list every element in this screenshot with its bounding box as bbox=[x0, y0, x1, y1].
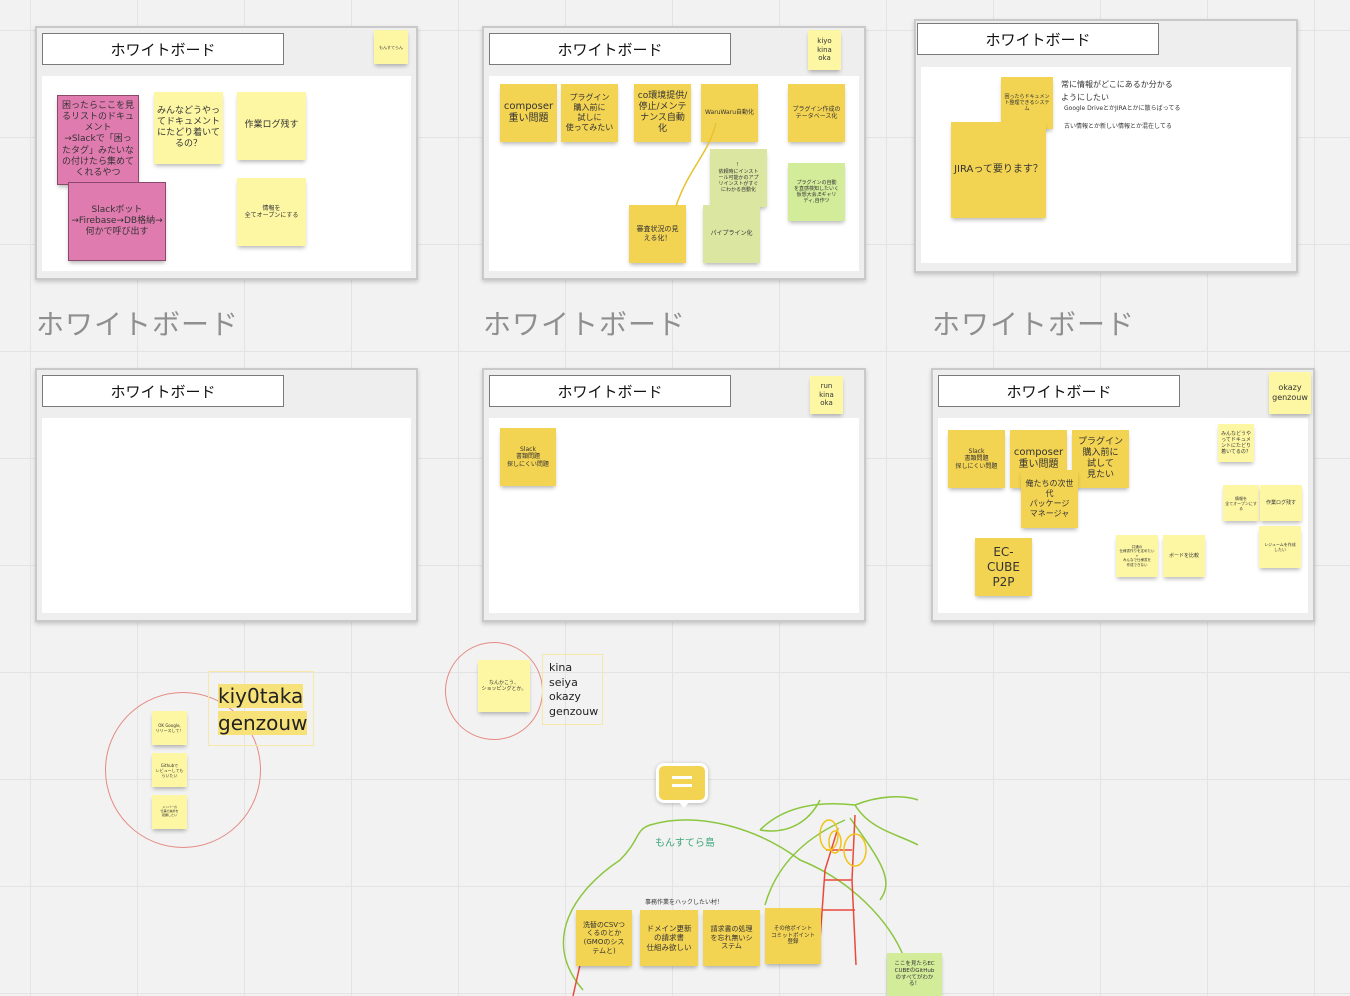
text-line[interactable]: 常に情報がどこにあるか分かる ようにしたい bbox=[1061, 79, 1173, 105]
sticky-note[interactable]: 審査状況の見 える化！ bbox=[629, 205, 686, 263]
sticky-note[interactable]: パイプライン化 bbox=[703, 205, 760, 263]
whiteboard-frame-3[interactable]: ホワイトボード 困ったらドキュメント整理できるシステム JIRAって要ります？ … bbox=[914, 19, 1298, 273]
sticky-note[interactable]: なんかこう、 ショッピングとか。 bbox=[478, 660, 530, 712]
frame-title[interactable]: ホワイトボード bbox=[917, 23, 1159, 55]
sticky-note[interactable]: 共通の 仕様書作りを定めたい + みんなで仕様書を 作成できない bbox=[1116, 535, 1158, 577]
member-name: kiy0taka bbox=[218, 684, 304, 708]
frame-title[interactable]: ホワイトボード bbox=[42, 33, 284, 65]
sticky-note[interactable]: 情報を 全てオープンにする bbox=[1223, 485, 1259, 521]
sticky-note[interactable]: Slack 書類問題 探しにくい問題 bbox=[948, 430, 1005, 488]
frame-title[interactable]: ホワイトボード bbox=[938, 375, 1180, 407]
whiteboard-frame-4[interactable]: ホワイトボード bbox=[35, 368, 418, 622]
sticky-note[interactable]: ！ 依頼時にインスト ール可能かのアプ リインストがすぐ にわかる自動化 bbox=[710, 149, 767, 207]
member-name: genzouw bbox=[218, 711, 308, 735]
sticky-note[interactable]: 請求書の処理 を忘れ無いシ ステム bbox=[703, 910, 760, 966]
member-names[interactable]: kina seiya okazy genzouw bbox=[549, 661, 598, 719]
whiteboard-frame-1[interactable]: ホワイトボード もんすてらん 困ったらここを見るリストのドキュメント →Slac… bbox=[35, 26, 418, 280]
sticky-note[interactable]: みんなどうやってドキュメントにたどり着いてるの？ bbox=[154, 92, 223, 164]
sticky-note[interactable]: みんなどうや ってドキュメ ントにたどり 着いてるの？ bbox=[1218, 424, 1254, 462]
text-line[interactable]: Google DriveとかJIRAとかに散らばってる bbox=[1064, 104, 1180, 114]
sticky-note[interactable]: プラグインの自動 を直感検知したいく 仮想大会,Eギャリ ディ,自作ツ bbox=[788, 163, 845, 221]
frame-title[interactable]: ホワイトボード bbox=[42, 375, 284, 407]
comment-icon[interactable] bbox=[656, 763, 708, 808]
sticky-note[interactable]: 作業ログ残す bbox=[237, 92, 306, 160]
sticky-note[interactable]: kiyo kina oka bbox=[808, 30, 841, 70]
sticky-note[interactable]: JIRAって要ります？ bbox=[951, 122, 1046, 218]
sticky-note[interactable]: 情報を 全てオープンにする bbox=[237, 178, 306, 246]
sticky-note[interactable]: WaruWaru自動化 bbox=[701, 84, 758, 142]
frame-title[interactable]: ホワイトボード bbox=[489, 375, 731, 407]
text-line[interactable]: 古い情報とか新しい情報とか混在してる bbox=[1064, 122, 1172, 132]
sticky-note[interactable]: ここを見たらEC CUBEのGitHub のすべてがわか る！ bbox=[887, 953, 942, 996]
sticky-note[interactable]: co環境提供/ 停止/メンテ ナンス自動 化 bbox=[634, 84, 691, 142]
frame-label: ホワイトボード bbox=[36, 308, 240, 341]
sticky-note[interactable]: Slack 書類問題 探しにくい問題 bbox=[500, 428, 556, 486]
frame-label: ホワイトボード bbox=[932, 308, 1136, 341]
sticky-note[interactable]: ドメイン更新 の請求書 仕組み欲しい bbox=[640, 910, 698, 966]
sticky-note[interactable]: OK Google, リリースして！ bbox=[152, 711, 187, 745]
sticky-note[interactable]: プラグイン 購入前に 試して 見たい bbox=[1072, 430, 1129, 488]
whiteboard-frame-2[interactable]: ホワイトボード kiyo kina oka composer 重い問題 プラグイ… bbox=[482, 26, 866, 280]
frame-title[interactable]: ホワイトボード bbox=[489, 33, 731, 65]
sticky-note[interactable]: もんすてらん bbox=[374, 30, 408, 64]
member-names[interactable]: kiy0taka genzouw bbox=[218, 683, 308, 737]
sticky-note[interactable]: プラグイン作成の テータベース化 bbox=[788, 84, 845, 142]
sticky-note[interactable]: 困ったらここを見るリストのドキュメント →Slackで「困ったタグ」みたいなの付… bbox=[57, 95, 139, 185]
sticky-note[interactable]: EC-CUBE P2P bbox=[975, 538, 1032, 596]
whiteboard-frame-6[interactable]: ホワイトボード okazy genzouw Slack 書類問題 探しにくい問題… bbox=[931, 368, 1315, 622]
sticky-note[interactable]: 洗替のCSVつ くるのとか (GMOのシス テムと) bbox=[576, 910, 632, 966]
frame-label: ホワイトボード bbox=[483, 308, 687, 341]
sticky-note[interactable]: 俺たちの次世代 パッケージ マネージャ bbox=[1021, 470, 1078, 528]
island-caption[interactable]: 事務作業をハックしたい村！ bbox=[645, 897, 723, 906]
sticky-note[interactable]: 作業ログ残す bbox=[1260, 485, 1302, 521]
sticky-note[interactable]: composer 重い問題 bbox=[500, 84, 557, 142]
island-name[interactable]: もんすてら島 bbox=[655, 834, 715, 849]
board-canvas[interactable] bbox=[42, 418, 411, 613]
sticky-note[interactable]: Githubで レビューしてもらいたい bbox=[152, 753, 187, 787]
sticky-note[interactable]: プラグイン 購入前に 試しに 使ってみたい bbox=[561, 84, 618, 142]
sticky-note[interactable]: レジュームを作成 したい bbox=[1259, 526, 1301, 568]
sticky-note[interactable]: run kina oka bbox=[810, 376, 843, 414]
sticky-note[interactable]: その他ポイント コミットポイント 登録 bbox=[765, 908, 821, 964]
sticky-note[interactable]: ボードを比較 bbox=[1163, 535, 1205, 577]
sticky-note[interactable]: okazy genzouw bbox=[1269, 372, 1311, 414]
sticky-note[interactable]: メンバーの 仕事の進捗を 把握したい bbox=[152, 795, 187, 829]
whiteboard-frame-5[interactable]: ホワイトボード run kina oka Slack 書類問題 探しにくい問題 bbox=[482, 368, 866, 622]
sticky-note[interactable]: Slackボット→Firebase→DB格納→何かで呼び出す bbox=[68, 182, 166, 261]
